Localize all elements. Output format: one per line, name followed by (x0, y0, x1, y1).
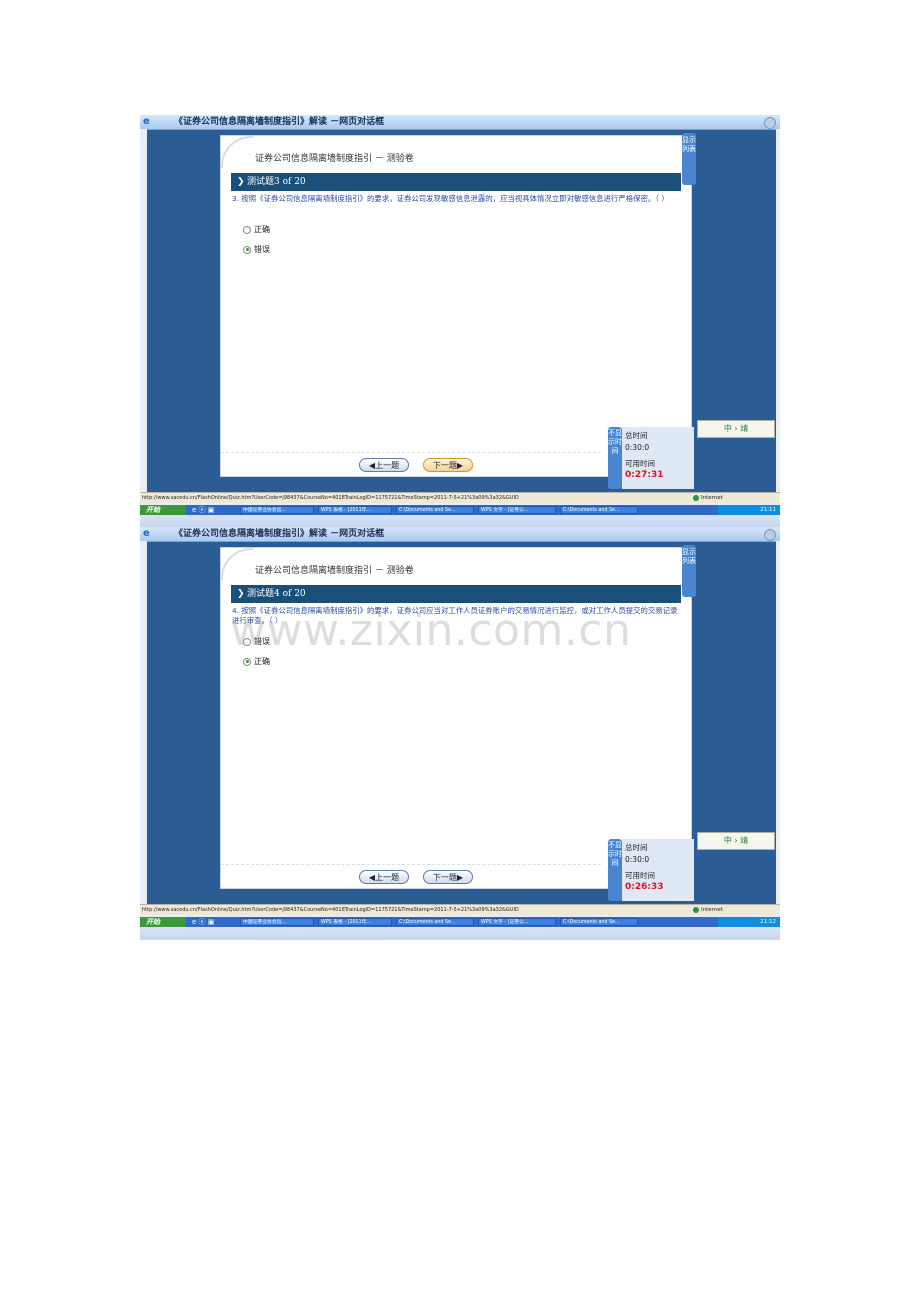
decorative-curl (221, 548, 253, 580)
taskbar-item[interactable]: C:\Documents and Se... (396, 506, 474, 514)
radio-icon[interactable] (243, 225, 251, 234)
taskbar-strip: 开始 e ⓔ ▣ 中国证券业协会远... WPS 表格 - [2011年... … (140, 505, 780, 515)
hide-timer-tab[interactable]: 不显示时间 (608, 427, 622, 489)
taskbar-item[interactable]: WPS 表格 - [2011年... (318, 918, 392, 926)
taskbar-item[interactable]: WPS 文字 - [证券公... (478, 918, 556, 926)
dialog-titlebar: e 《证券公司信息隔离墙制度指引》解读 －网页对话框 (140, 115, 780, 130)
status-bar: http://www.sacedu.cn/FlashOnline/Quiz.ht… (140, 492, 780, 503)
question-counter: 测试题4 of 20 (247, 589, 306, 599)
taskbar-item[interactable]: 中国证券业协会远... (240, 506, 314, 514)
answer-option-2[interactable]: 错误 (243, 244, 270, 255)
taskbar-strip: 开始 e ⓔ ▣ 中国证券业协会远... WPS 表格 - [2011年... … (140, 917, 780, 927)
divider (221, 452, 601, 453)
system-tray: 21:11 (718, 505, 780, 515)
start-button[interactable]: 开始 (140, 917, 186, 927)
screenshot-quiz-question-3: e 《证券公司信息隔离墙制度指引》解读 －网页对话框 证券公司信息隔离墙制度指引… (140, 115, 780, 528)
total-time-label: 总时间 (625, 431, 648, 440)
radio-checked-icon[interactable] (243, 657, 251, 666)
quiz-panel: 证券公司信息隔离墙制度指引 － 测验卷 ❯ 测试题4 of 20 4. 按照《证… (220, 547, 692, 889)
clock: 21:12 (760, 919, 776, 925)
globe-icon (693, 906, 699, 913)
chevron-right-icon: ❯ (237, 177, 245, 187)
dialog-titlebar: e 《证券公司信息隔离墙制度指引》解读 －网页对话框 (140, 527, 780, 542)
timer-panel: 总时间 0:30:0 可用时间 0:27:31 (622, 427, 694, 489)
brand-logo: 中 › 靖 (697, 832, 775, 850)
status-url: http://www.sacedu.cn/FlashOnline/Quiz.ht… (142, 907, 519, 913)
taskbar-item[interactable]: WPS 文字 - [证券公... (478, 506, 556, 514)
divider (221, 864, 601, 865)
question-header-bar: ❯ 测试题3 of 20 (231, 173, 681, 191)
chevron-right-icon: ❯ (237, 589, 245, 599)
answer-option-label: 正确 (254, 657, 270, 666)
windows-taskbar: 开始 e ⓔ ▣ 中国证券业协会远... WPS 表格 - [2011年... … (140, 915, 780, 940)
hide-timer-tab[interactable]: 不显示时间 (608, 839, 622, 901)
total-time-value: 0:30:0 (625, 443, 650, 452)
document-page: { "window_title": "《证券公司信息隔离墙制度指引》解读 －网页… (0, 0, 920, 1302)
watermark: www.zixin.com.cn (230, 605, 632, 656)
quiz-title: 证券公司信息隔离墙制度指引 － 测验卷 (255, 154, 414, 164)
ie-icon: e (143, 116, 150, 127)
radio-checked-icon[interactable] (243, 245, 251, 254)
taskbar-item[interactable]: WPS 表格 - [2011年... (318, 506, 392, 514)
close-icon[interactable] (764, 117, 776, 129)
page-edge (776, 541, 780, 905)
question-header-bar: ❯ 测试题4 of 20 (231, 585, 681, 603)
window-title: 《证券公司信息隔离墙制度指引》解读 －网页对话框 (174, 529, 385, 539)
next-question-button[interactable]: 下一题▶ (423, 458, 473, 472)
security-zone: Internet (693, 905, 723, 915)
quiz-panel: 证券公司信息隔离墙制度指引 － 测验卷 ❯ 测试题3 of 20 3. 按照《证… (220, 135, 692, 477)
prev-question-button[interactable]: ◀上一题 (359, 870, 409, 884)
quiz-title: 证券公司信息隔离墙制度指引 － 测验卷 (255, 566, 414, 576)
page-edge (776, 129, 780, 493)
ie-icon: e (143, 528, 150, 539)
windows-taskbar: 开始 e ⓔ ▣ 中国证券业协会远... WPS 表格 - [2011年... … (140, 503, 780, 528)
answer-option-2[interactable]: 正确 (243, 656, 270, 667)
available-time-label: 可用时间 (625, 459, 655, 468)
clock: 21:11 (760, 507, 776, 513)
decorative-curl (221, 136, 253, 168)
answer-option-1[interactable]: 正确 (243, 224, 270, 235)
remaining-time: 0:26:33 (625, 882, 664, 892)
system-tray: 21:12 (718, 917, 780, 927)
security-zone-label: Internet (701, 907, 723, 913)
page-edge (140, 541, 147, 905)
question-counter: 测试题3 of 20 (247, 177, 306, 187)
taskbar-item[interactable]: C:\Documents and Se... (396, 918, 474, 926)
timer-panel: 总时间 0:30:0 可用时间 0:26:33 (622, 839, 694, 901)
available-time-label: 可用时间 (625, 871, 655, 880)
total-time-label: 总时间 (625, 843, 648, 852)
quick-launch-icons[interactable]: e ⓔ ▣ (192, 918, 214, 926)
answer-option-label: 错误 (254, 245, 270, 254)
total-time-value: 0:30:0 (625, 855, 650, 864)
show-list-tab[interactable]: 显示列表 (682, 545, 696, 597)
start-button[interactable]: 开始 (140, 505, 186, 515)
security-zone: Internet (693, 493, 723, 503)
close-icon[interactable] (764, 529, 776, 541)
status-bar: http://www.sacedu.cn/FlashOnline/Quiz.ht… (140, 904, 780, 915)
answer-option-label: 正确 (254, 225, 270, 234)
taskbar-item[interactable]: 中国证券业协会远... (240, 918, 314, 926)
quick-launch-icons[interactable]: e ⓔ ▣ (192, 506, 214, 514)
prev-question-button[interactable]: ◀上一题 (359, 458, 409, 472)
status-url: http://www.sacedu.cn/FlashOnline/Quiz.ht… (142, 495, 519, 501)
next-question-button[interactable]: 下一题▶ (423, 870, 473, 884)
screenshot-quiz-question-4: e 《证券公司信息隔离墙制度指引》解读 －网页对话框 证券公司信息隔离墙制度指引… (140, 527, 780, 940)
remaining-time: 0:27:31 (625, 470, 664, 480)
globe-icon (693, 494, 699, 501)
page-edge (140, 129, 147, 493)
taskbar-item[interactable]: C:\Documents and Se... (560, 918, 638, 926)
security-zone-label: Internet (701, 495, 723, 501)
brand-logo: 中 › 靖 (697, 420, 775, 438)
show-list-tab[interactable]: 显示列表 (682, 133, 696, 185)
question-text: 3. 按照《证券公司信息隔离墙制度指引》的要求，证券公司发现敏感信息泄露的，应当… (232, 194, 669, 203)
taskbar-item[interactable]: C:\Documents and Se... (560, 506, 638, 514)
window-title: 《证券公司信息隔离墙制度指引》解读 －网页对话框 (174, 117, 385, 127)
